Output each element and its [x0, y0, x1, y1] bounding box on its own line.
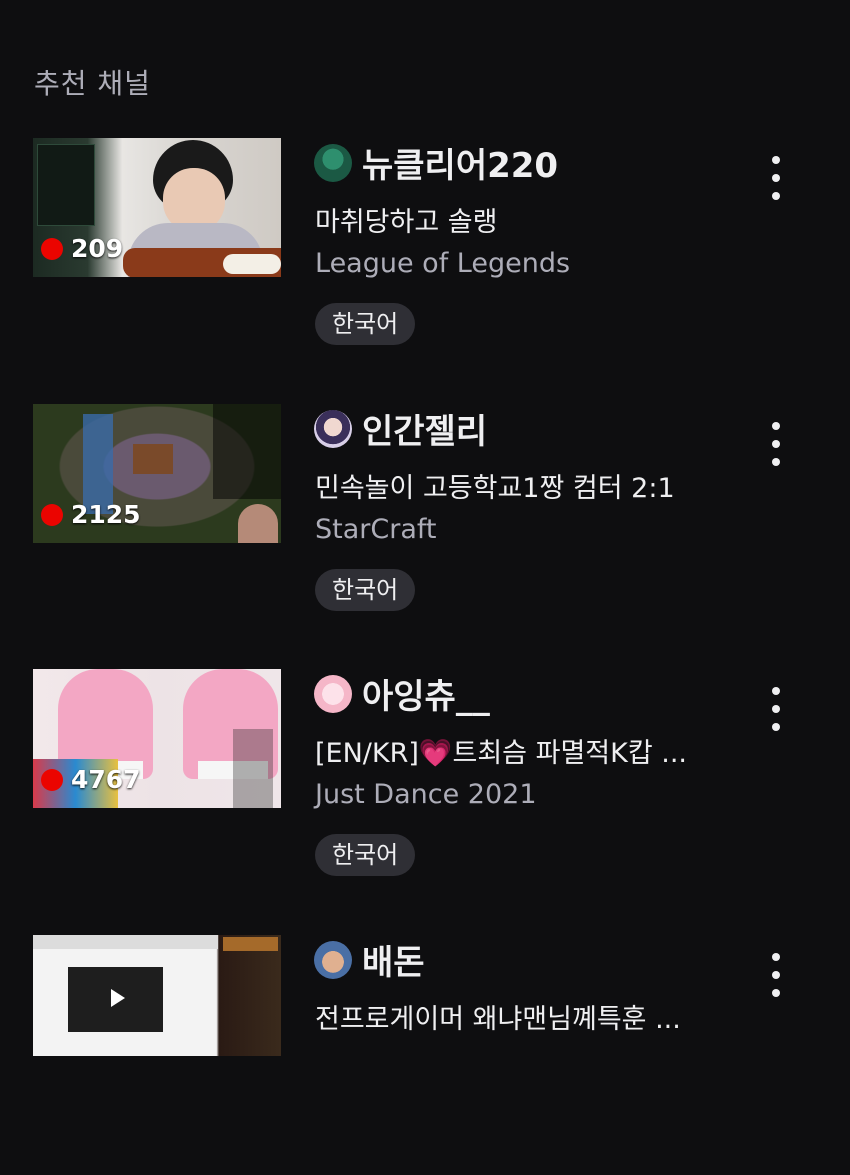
channel-card[interactable]: 2125 인간젤리 민속놀이 고등학교1짱 컴터 2:1 StarCraft 한… [0, 404, 850, 644]
channel-card[interactable]: 4767 아잉츄__ [EN/KR]💗트최슴 파멸적K캅 ... Just Da… [0, 669, 850, 909]
live-dot-icon [41, 768, 63, 791]
language-tag[interactable]: 한국어 [315, 834, 416, 876]
viewer-count-value: 209 [71, 234, 124, 263]
channel-name[interactable]: 배돈 [362, 935, 425, 984]
stream-thumbnail[interactable] [33, 935, 281, 1056]
avatar-icon[interactable] [314, 675, 352, 713]
thumbnail-image [33, 935, 281, 1056]
stream-thumbnail[interactable]: 209 [33, 138, 281, 277]
viewer-count: 4767 [41, 765, 141, 794]
avatar-icon[interactable] [314, 144, 352, 182]
live-dot-icon [41, 237, 63, 260]
section-title: 추천 채널 [34, 67, 151, 100]
more-options-icon[interactable] [764, 156, 788, 200]
language-tag[interactable]: 한국어 [315, 303, 416, 345]
channel-name[interactable]: 아잉츄__ [362, 669, 490, 718]
more-options-icon[interactable] [764, 687, 788, 731]
stream-title[interactable]: 전프로게이머 왜냐맨님꼐특훈 ... [315, 997, 735, 1036]
viewer-count-value: 2125 [71, 500, 141, 529]
stream-thumbnail[interactable]: 2125 [33, 404, 281, 543]
channel-name[interactable]: 인간젤리 [362, 404, 487, 453]
avatar-icon[interactable] [314, 941, 352, 979]
stream-title[interactable]: 마취당하고 솔랭 [315, 200, 735, 239]
stream-title[interactable]: 민속놀이 고등학교1짱 컴터 2:1 [315, 466, 735, 505]
stream-thumbnail[interactable]: 4767 [33, 669, 281, 808]
viewer-count: 209 [41, 234, 123, 263]
live-dot-icon [41, 503, 63, 526]
viewer-count-value: 4767 [71, 765, 141, 794]
game-name[interactable]: Just Dance 2021 [315, 779, 537, 810]
more-options-icon[interactable] [764, 422, 788, 466]
channel-name[interactable]: 뉴클리어220 [362, 138, 558, 187]
stream-title[interactable]: [EN/KR]💗트최슴 파멸적K캅 ... [315, 731, 735, 770]
channel-card[interactable]: 209 뉴클리어220 마취당하고 솔랭 League of Legends 한… [0, 138, 850, 378]
game-name[interactable]: StarCraft [315, 514, 437, 545]
viewer-count: 2125 [41, 500, 141, 529]
channel-card[interactable]: 배돈 전프로게이머 왜냐맨님꼐특훈 ... [0, 935, 850, 1175]
language-tag[interactable]: 한국어 [315, 569, 416, 611]
more-options-icon[interactable] [764, 953, 788, 997]
avatar-icon[interactable] [314, 410, 352, 448]
game-name[interactable]: League of Legends [315, 248, 570, 279]
